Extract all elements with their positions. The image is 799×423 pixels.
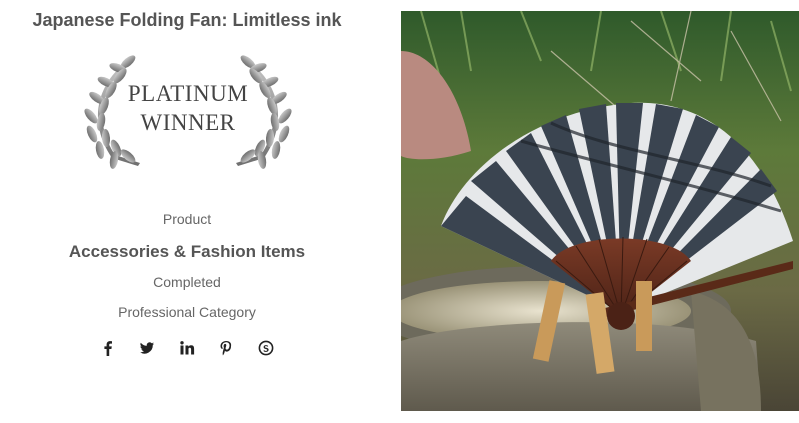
twitter-icon[interactable]: [139, 340, 155, 356]
entry-details: Japanese Folding Fan: Limitless ink PLAT…: [0, 0, 400, 423]
facebook-icon[interactable]: [100, 340, 116, 356]
professional-category: Professional Category: [118, 304, 256, 320]
linkedin-icon[interactable]: [179, 340, 195, 356]
social-share-bar: [98, 340, 278, 356]
product-label: Product: [162, 211, 212, 227]
product-photo: [401, 11, 799, 411]
award-status: WINNER: [140, 110, 236, 135]
platinum-winner-badge: PLATINUM WINNER: [78, 50, 298, 176]
award-level: PLATINUM: [127, 81, 249, 106]
status-text: Completed: [153, 274, 221, 290]
skype-icon[interactable]: [258, 340, 274, 356]
category-name: Accessories & Fashion Items: [68, 242, 306, 261]
pinterest-icon[interactable]: [218, 340, 234, 356]
page-title: Japanese Folding Fan: Limitless ink: [32, 10, 342, 30]
